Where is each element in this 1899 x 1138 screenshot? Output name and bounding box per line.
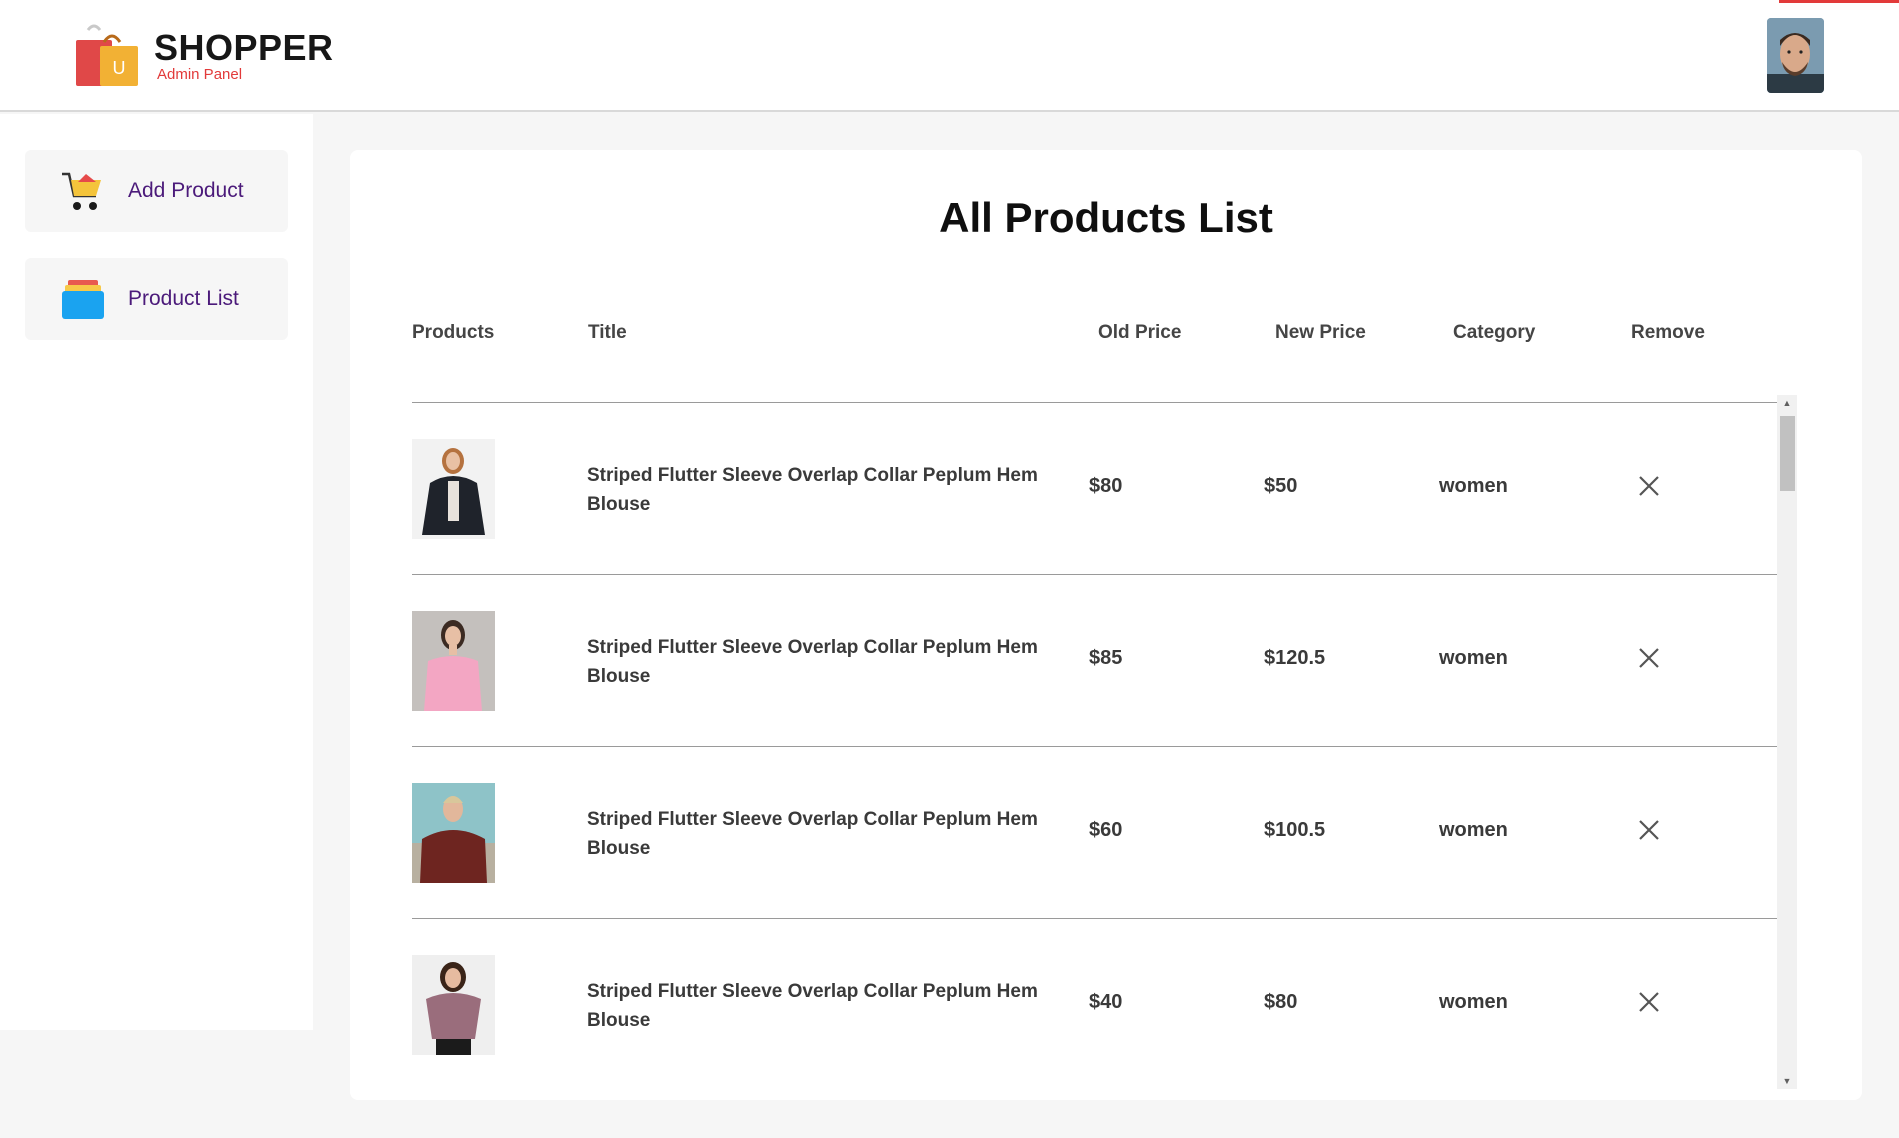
product-table: Striped Flutter Sleeve Overlap Collar Pe…	[412, 403, 1777, 1086]
scroll-up-arrow-icon[interactable]: ▲	[1777, 395, 1797, 411]
column-header-products: Products	[412, 322, 495, 343]
column-header-old-price: Old Price	[1098, 322, 1182, 343]
sidebar: Add Product Product List	[0, 114, 313, 1030]
product-image	[412, 783, 495, 883]
user-avatar-icon	[1767, 18, 1824, 93]
scroll-down-arrow-icon[interactable]: ▼	[1777, 1073, 1797, 1089]
product-image	[412, 611, 495, 711]
product-category: women	[1439, 991, 1508, 1013]
remove-icon[interactable]	[1636, 989, 1662, 1015]
product-title: Striped Flutter Sleeve Overlap Collar Pe…	[587, 637, 1038, 687]
brand[interactable]: U SHOPPER Admin Panel	[74, 24, 334, 88]
remove-icon[interactable]	[1636, 817, 1662, 843]
remove-icon[interactable]	[1636, 473, 1662, 499]
brand-name: SHOPPER	[154, 27, 334, 68]
product-image	[412, 439, 495, 539]
product-category: women	[1439, 647, 1508, 669]
product-new-price: $120.5	[1264, 647, 1326, 669]
table-scrollbar[interactable]: ▲ ▼	[1777, 395, 1797, 1089]
column-header-category: Category	[1453, 322, 1536, 343]
navbar: U SHOPPER Admin Panel	[0, 0, 1899, 112]
product-category: women	[1439, 819, 1508, 841]
product-list-panel: All Products List Products Title Old Pri…	[350, 150, 1862, 1100]
product-category: women	[1439, 475, 1508, 497]
cart-icon	[62, 172, 101, 210]
product-old-price: $60	[1089, 819, 1123, 841]
avatar[interactable]	[1767, 18, 1824, 93]
table-row: Striped Flutter Sleeve Overlap Collar Pe…	[412, 575, 1777, 747]
table-row: Striped Flutter Sleeve Overlap Collar Pe…	[412, 403, 1777, 575]
table-row: Striped Flutter Sleeve Overlap Collar Pe…	[412, 919, 1777, 1086]
shopping-bag-logo-icon: U	[76, 24, 138, 86]
remove-icon[interactable]	[1636, 645, 1662, 671]
column-header-remove: Remove	[1631, 322, 1705, 343]
product-title: Striped Flutter Sleeve Overlap Collar Pe…	[587, 809, 1038, 859]
table-row: Striped Flutter Sleeve Overlap Collar Pe…	[412, 747, 1777, 919]
product-old-price: $80	[1089, 475, 1123, 497]
scrollbar-thumb[interactable]	[1780, 416, 1795, 491]
svg-text:U: U	[113, 58, 126, 78]
sidebar-item-label: Product List	[128, 287, 239, 310]
product-new-price: $100.5	[1264, 819, 1326, 841]
nav-accent-bar	[1779, 0, 1899, 3]
product-image	[412, 955, 495, 1055]
product-old-price: $40	[1089, 991, 1123, 1013]
sidebar-item-product-list[interactable]: Product List	[25, 258, 288, 340]
sidebar-item-add-product[interactable]: Add Product	[25, 150, 288, 232]
page-title: All Products List	[939, 194, 1273, 241]
column-header-new-price: New Price	[1275, 322, 1366, 343]
product-list-icon	[62, 280, 104, 319]
product-new-price: $80	[1264, 991, 1298, 1013]
column-header-title: Title	[588, 322, 627, 343]
brand-subtitle: Admin Panel	[157, 66, 243, 83]
product-title: Striped Flutter Sleeve Overlap Collar Pe…	[587, 981, 1038, 1031]
product-new-price: $50	[1264, 475, 1298, 497]
product-old-price: $85	[1089, 647, 1123, 669]
sidebar-item-label: Add Product	[128, 179, 244, 202]
product-title: Striped Flutter Sleeve Overlap Collar Pe…	[587, 465, 1038, 515]
